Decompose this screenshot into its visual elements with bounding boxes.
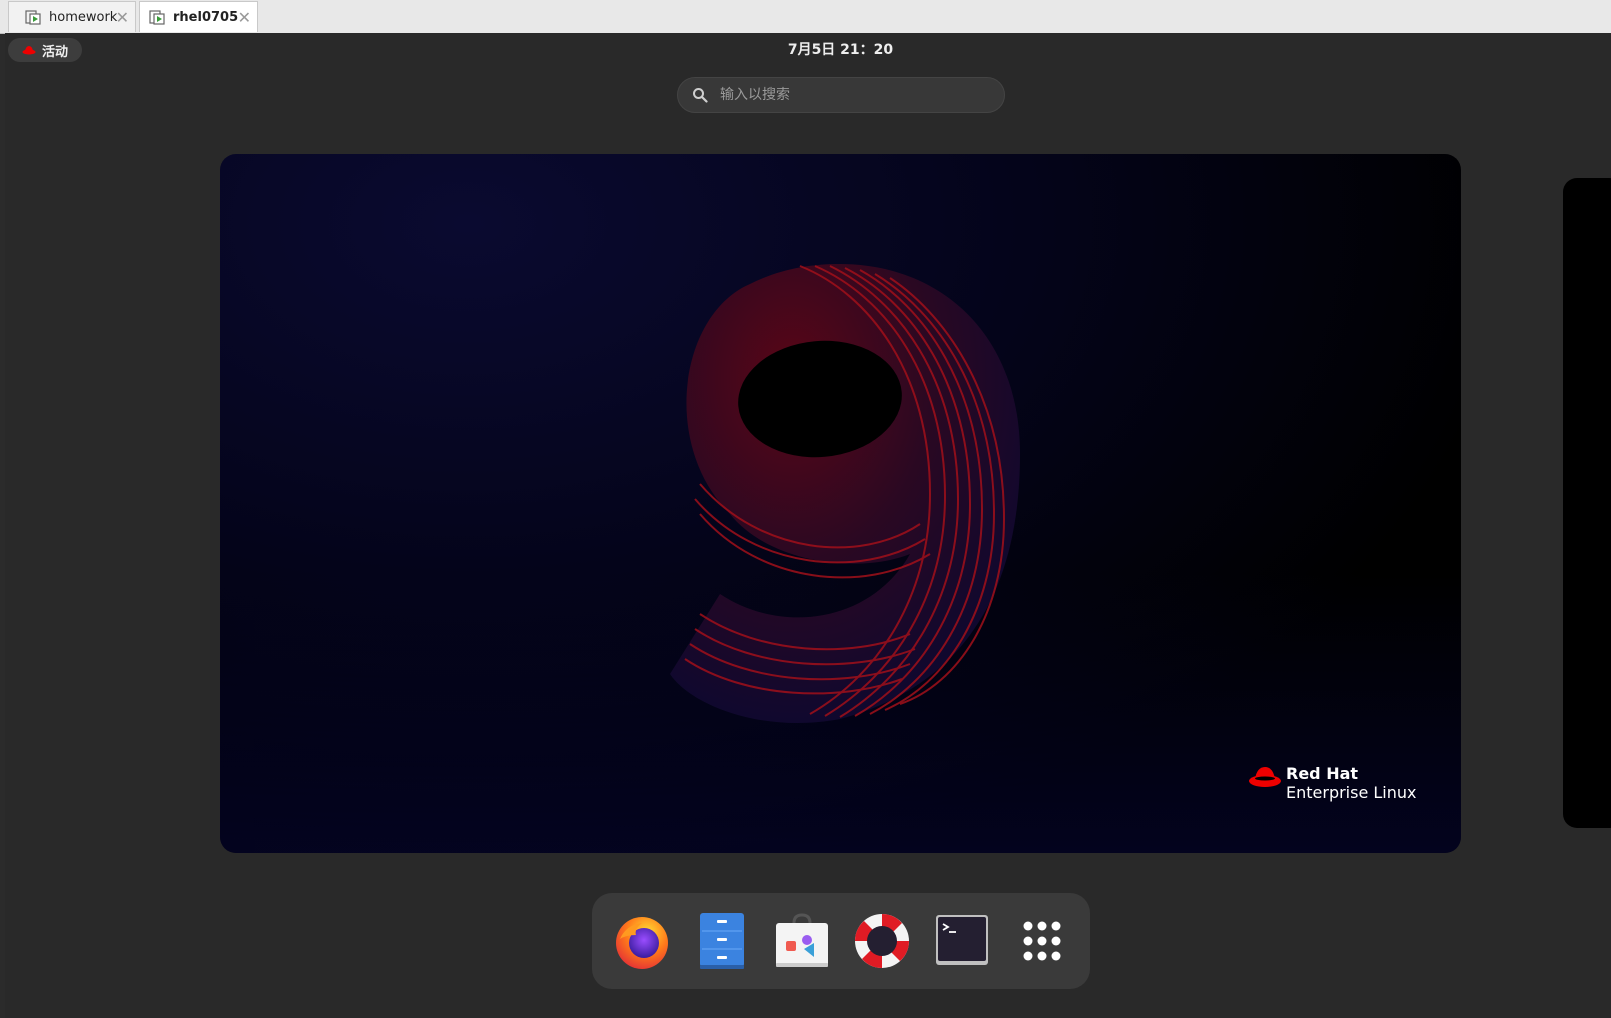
close-icon[interactable]: ✕ <box>238 8 251 27</box>
redhat-logo: Red Hat Enterprise Linux <box>1248 764 1417 802</box>
redhat-hat-icon <box>1249 767 1281 787</box>
logo-line1: Red Hat <box>1286 764 1359 783</box>
help-icon[interactable] <box>852 911 912 971</box>
workspace-thumbnail[interactable]: Red Hat Enterprise Linux <box>220 154 1461 853</box>
search-icon <box>693 88 708 103</box>
activities-button[interactable]: 活动 <box>8 38 83 62</box>
vm-tab-label: rhel0705 <box>173 9 239 25</box>
software-icon[interactable] <box>772 911 832 971</box>
dash <box>592 893 1090 989</box>
vm-tab-bar: homework ✕ rhel0705 ✕ <box>0 0 1611 34</box>
next-workspace-thumbnail[interactable] <box>1563 178 1611 828</box>
vm-tab-label: homework <box>49 9 118 25</box>
files-icon[interactable] <box>692 911 752 971</box>
terminal-icon[interactable] <box>932 911 992 971</box>
search-input[interactable] <box>718 86 982 104</box>
activities-label: 活动 <box>42 44 69 60</box>
search-bar[interactable] <box>677 77 1005 113</box>
clock[interactable]: 7月5日 21：20 <box>5 39 1611 59</box>
rhel9-artwork <box>670 264 1020 723</box>
show-apps-icon[interactable] <box>1012 911 1072 971</box>
vm-icon <box>149 10 165 25</box>
firefox-icon[interactable] <box>612 911 672 971</box>
redhat-icon <box>22 46 36 55</box>
vm-tab-homework[interactable]: homework ✕ <box>8 1 136 32</box>
close-icon[interactable]: ✕ <box>116 8 129 27</box>
vm-tab-rhel0705[interactable]: rhel0705 ✕ <box>139 1 258 32</box>
logo-line2: Enterprise Linux <box>1286 783 1417 802</box>
vm-icon <box>25 10 41 25</box>
guest-screen: 活动 7月5日 21：20 输入以搜索 Red Hat Enterprise L… <box>5 33 1611 1018</box>
